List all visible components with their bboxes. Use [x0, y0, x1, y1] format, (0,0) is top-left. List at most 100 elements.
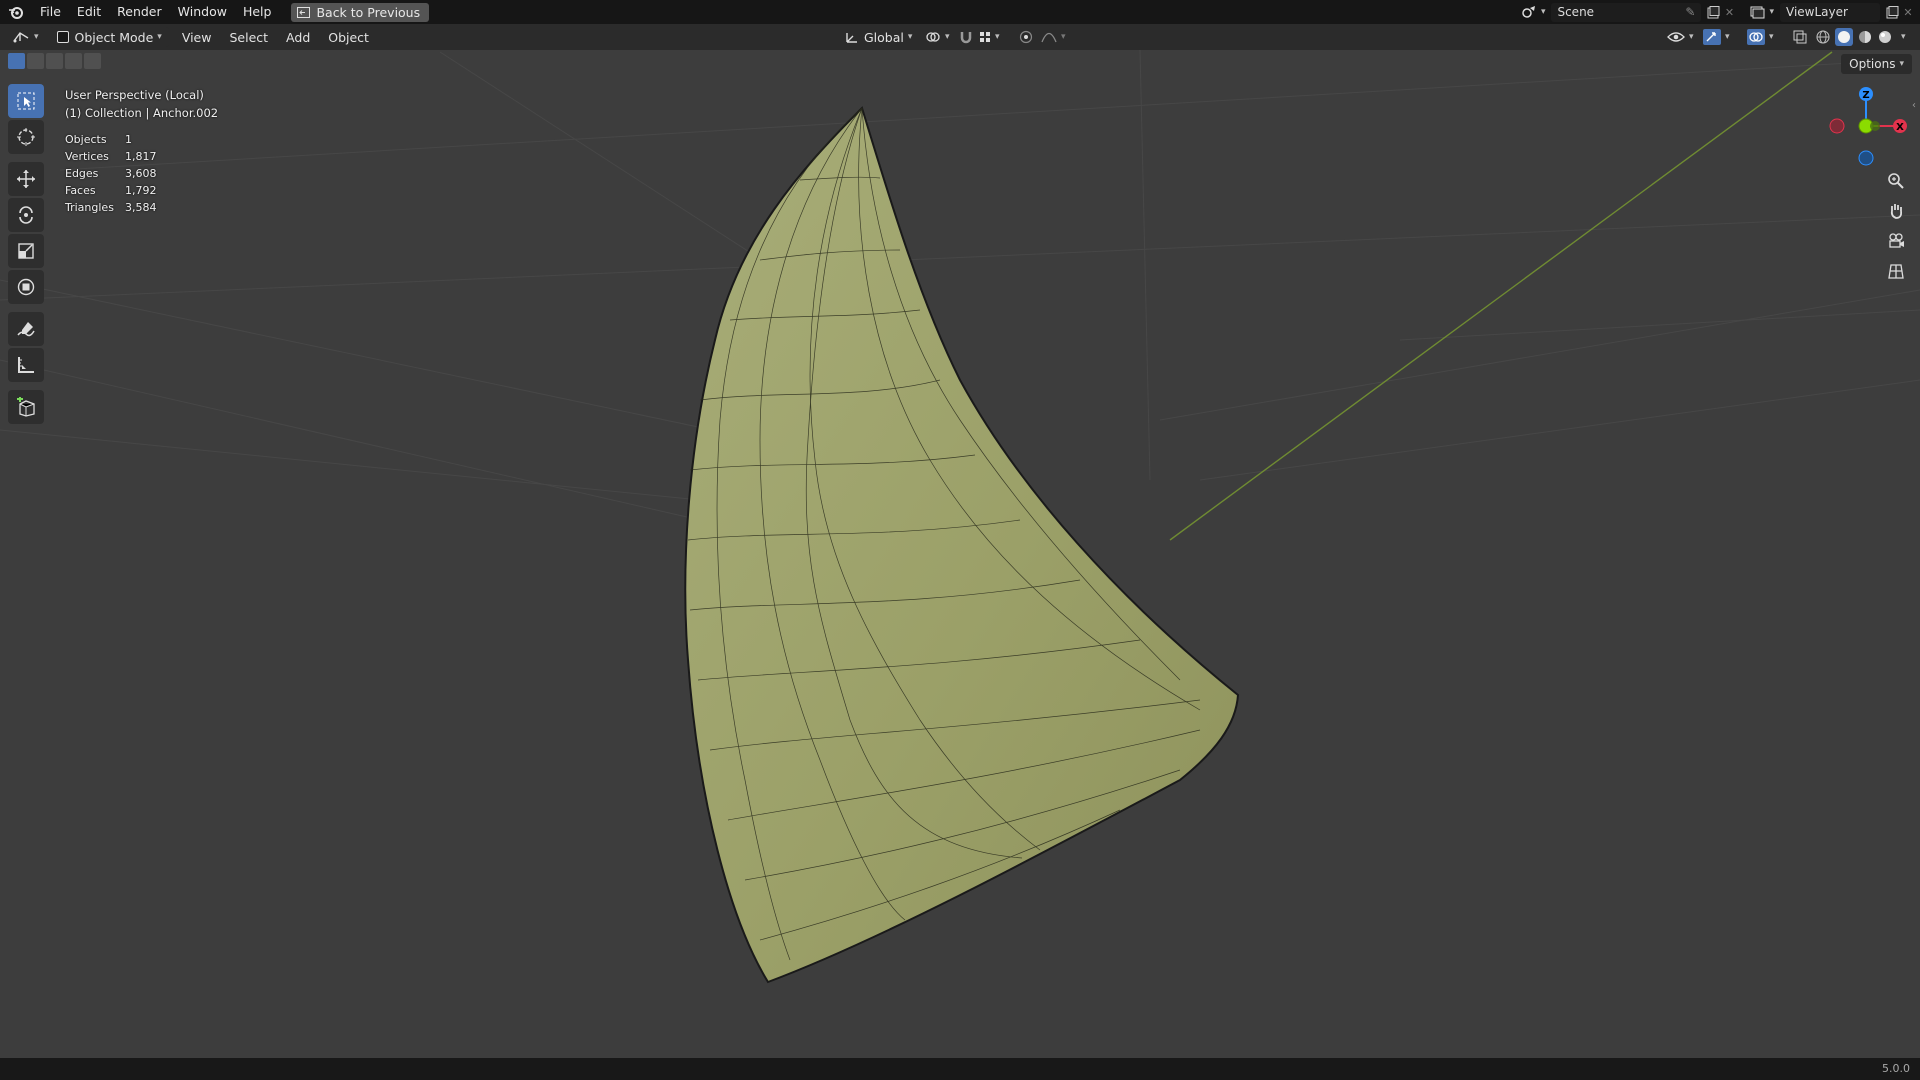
- view-menu[interactable]: View: [175, 27, 219, 47]
- mesh-surface[interactable]: [684, 106, 1240, 984]
- gizmo-y-back-circle[interactable]: [1870, 121, 1880, 131]
- tool-move[interactable]: [8, 162, 44, 196]
- overlays-toggle[interactable]: ▾: [1740, 27, 1781, 47]
- object-mode-icon: [56, 31, 69, 43]
- snap-target-dropdown[interactable]: ▾: [972, 27, 1007, 47]
- visibility-dropdown[interactable]: ▾: [1660, 27, 1701, 47]
- select-subtract-icon[interactable]: [46, 53, 63, 69]
- select-menu[interactable]: Select: [222, 27, 275, 47]
- falloff-curve-icon: [1041, 32, 1057, 43]
- stat-row: Faces 1,792: [65, 182, 218, 199]
- select-invert-icon[interactable]: [65, 53, 82, 69]
- annotate-pencil-icon: [17, 322, 35, 337]
- stat-label: Vertices: [65, 150, 109, 163]
- stat-label: Objects: [65, 133, 107, 146]
- scene-selector-icon[interactable]: [1521, 4, 1537, 20]
- tool-select-box[interactable]: [8, 84, 44, 118]
- chevron-down-icon: ▾: [1689, 32, 1694, 42]
- new-view-layer-icon[interactable]: [1884, 4, 1900, 20]
- chevron-down-icon: ▾: [1725, 32, 1730, 42]
- version-label: 5.0.0: [1882, 1062, 1910, 1075]
- xray-icon: [1793, 30, 1807, 44]
- gizmo-icon: [1703, 29, 1721, 45]
- menu-file[interactable]: File: [32, 0, 69, 24]
- tool-measure[interactable]: [8, 348, 44, 382]
- mesh-object-anchor[interactable]: [684, 106, 1240, 984]
- pan-button[interactable]: [1884, 199, 1908, 223]
- delete-scene-icon[interactable]: ✕: [1721, 4, 1737, 20]
- 3d-viewport[interactable]: Options ▾: [0, 50, 1920, 1058]
- view-layer-name: ViewLayer: [1786, 5, 1848, 19]
- shading-modes[interactable]: ▾: [1812, 27, 1909, 47]
- solid-shading-icon[interactable]: [1835, 28, 1853, 46]
- chevron-down-icon: ▾: [1899, 59, 1904, 69]
- blender-logo-icon[interactable]: [8, 4, 24, 20]
- viewport-icon: [13, 32, 29, 43]
- chevron-down-icon: ▾: [1769, 7, 1774, 17]
- stat-label: Edges: [65, 167, 99, 180]
- chevron-down-icon: ▾: [1061, 32, 1066, 42]
- viewport-info-overlay: User Perspective (Local) (1) Collection …: [65, 86, 218, 216]
- menu-edit[interactable]: Edit: [69, 0, 109, 24]
- orientation-dropdown[interactable]: Global ▾: [838, 27, 919, 47]
- overlays-icon: [1747, 29, 1765, 45]
- add-cube-icon: [17, 397, 35, 417]
- falloff-dropdown[interactable]: ▾: [1034, 27, 1073, 47]
- editor-type-button[interactable]: ▾: [0, 27, 46, 47]
- gizmo-toggle[interactable]: ▾: [1696, 27, 1737, 47]
- wireframe-shading-icon[interactable]: [1815, 29, 1831, 45]
- measure-ruler-icon: [18, 357, 34, 373]
- tool-scale[interactable]: [8, 234, 44, 268]
- y-axis-line: [1169, 51, 1833, 541]
- sidebar-toggle-icon[interactable]: ‹: [1912, 100, 1916, 111]
- menu-window[interactable]: Window: [170, 0, 235, 24]
- back-to-previous-button[interactable]: Back to Previous: [291, 2, 430, 22]
- navigation-gizmo[interactable]: Z X: [1818, 84, 1918, 170]
- menu-render[interactable]: Render: [109, 0, 170, 24]
- xray-toggle[interactable]: [1786, 27, 1814, 47]
- perspective-toggle-button[interactable]: [1884, 259, 1908, 283]
- zoom-button[interactable]: [1884, 169, 1908, 193]
- delete-view-layer-icon[interactable]: ✕: [1900, 4, 1916, 20]
- pivot-point-dropdown[interactable]: ▾: [918, 27, 957, 47]
- new-scene-icon[interactable]: [1705, 4, 1721, 20]
- options-button[interactable]: Options ▾: [1841, 54, 1912, 74]
- pin-icon[interactable]: ✎: [1685, 5, 1695, 19]
- tool-rotate[interactable]: [8, 198, 44, 232]
- scene-name: Scene: [1557, 5, 1595, 19]
- axis-gizmo[interactable]: Z X: [1818, 84, 1918, 170]
- tool-cursor[interactable]: [8, 120, 44, 154]
- scene-field[interactable]: Scene ✎: [1551, 2, 1702, 22]
- object-menu[interactable]: Object: [321, 27, 376, 47]
- select-intersect-icon[interactable]: [84, 53, 101, 69]
- menu-help[interactable]: Help: [235, 0, 280, 24]
- tool-shelf: [8, 84, 46, 426]
- stat-row: Vertices 1,817: [65, 148, 218, 165]
- tool-transform[interactable]: [8, 270, 44, 304]
- tool-add-cube[interactable]: [8, 390, 44, 424]
- chevron-down-icon: ▾: [995, 32, 1000, 42]
- select-box-icon: [17, 92, 35, 110]
- mode-label: Object Mode: [74, 29, 154, 45]
- transform-icon: [17, 278, 35, 296]
- top-menu-bar: File Edit Render Window Help Back to Pre…: [0, 0, 1920, 24]
- add-menu[interactable]: Add: [279, 27, 317, 47]
- rendered-shading-icon[interactable]: [1877, 29, 1893, 45]
- view-layer-field[interactable]: ViewLayer: [1780, 2, 1880, 22]
- viewport-canvas[interactable]: [0, 50, 1920, 1058]
- stat-value: 1: [125, 133, 132, 146]
- select-extend-icon[interactable]: [27, 53, 44, 69]
- gizmo-z-neg-circle[interactable]: [1858, 150, 1874, 166]
- view-layer-icon[interactable]: [1749, 4, 1765, 20]
- status-bar: 5.0.0: [0, 1058, 1920, 1080]
- material-shading-icon[interactable]: [1857, 29, 1873, 45]
- pivot-point-icon: [926, 32, 940, 42]
- mode-dropdown[interactable]: Object Mode ▾: [49, 27, 169, 47]
- stat-row: Objects 1: [65, 131, 218, 148]
- select-new-icon[interactable]: [8, 53, 25, 69]
- orientation-icon: [846, 33, 857, 43]
- hand-pan-icon: [1890, 204, 1903, 219]
- gizmo-x-neg-circle[interactable]: [1829, 118, 1845, 134]
- tool-annotate[interactable]: [8, 312, 44, 346]
- camera-view-button[interactable]: [1884, 229, 1908, 253]
